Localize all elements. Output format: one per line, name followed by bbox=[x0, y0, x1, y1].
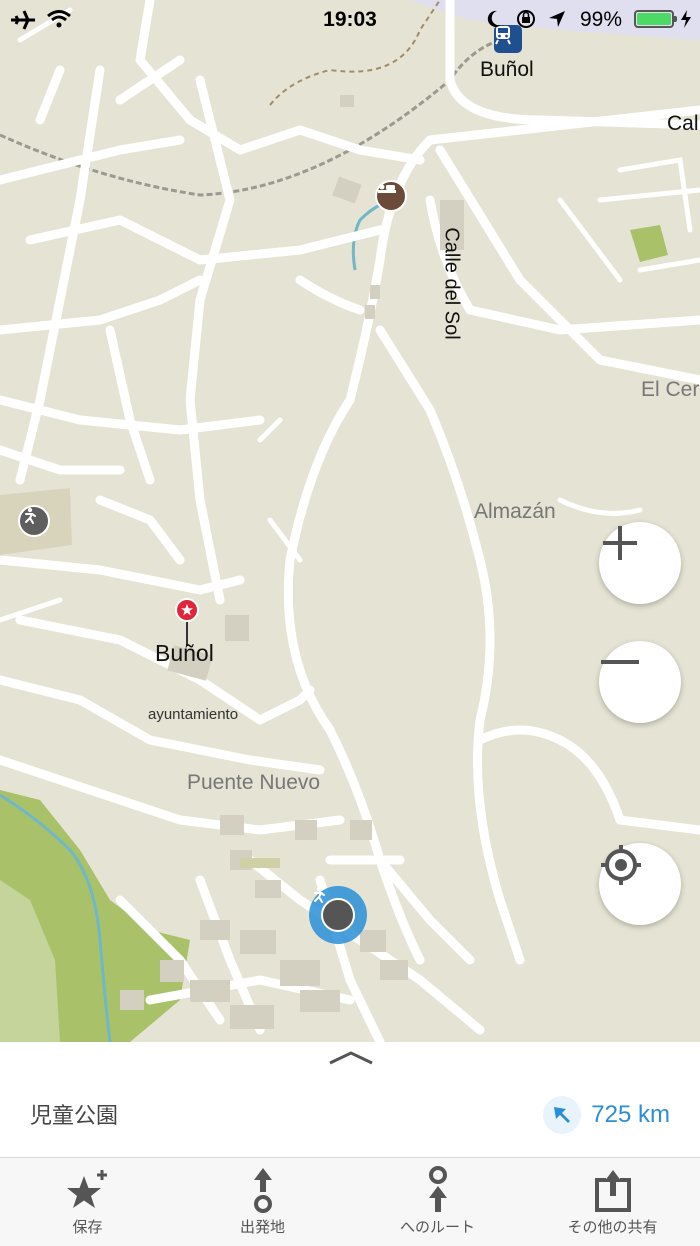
distance-info: 725 km bbox=[543, 1096, 670, 1134]
map-label-almazan: Almazán bbox=[474, 500, 556, 523]
place-sheet[interactable]: 児童公園 725 km bbox=[0, 1042, 700, 1157]
map-label-ayuntamiento: ayuntamiento bbox=[148, 706, 239, 723]
location-arrow-icon bbox=[549, 11, 565, 27]
battery-icon bbox=[634, 10, 677, 28]
map-label-cal: Cal bbox=[667, 112, 699, 135]
distance-value: 725 km bbox=[591, 1101, 670, 1128]
status-bar: 19:03 99% bbox=[0, 0, 700, 38]
from-here-button[interactable]: 出発地 bbox=[175, 1158, 350, 1246]
save-button[interactable]: 保存 bbox=[0, 1158, 175, 1246]
route-to-button[interactable]: へのルート bbox=[350, 1158, 525, 1246]
plus-icon bbox=[603, 526, 637, 560]
map-label-calle-del-sol: Calle del Sol bbox=[440, 227, 463, 340]
action-tab-bar: 保存 出発地 へのルート その他の共有 bbox=[0, 1157, 700, 1246]
map-canvas[interactable] bbox=[0, 0, 700, 1042]
route-from-icon bbox=[253, 1168, 272, 1213]
orientation-lock-icon bbox=[517, 10, 535, 28]
current-location-marker[interactable] bbox=[309, 886, 367, 944]
zoom-in-button[interactable] bbox=[599, 522, 681, 604]
route-to-label: へのルート bbox=[399, 1219, 475, 1236]
save-label: 保存 bbox=[72, 1219, 103, 1236]
hotel-icon[interactable] bbox=[375, 180, 407, 212]
playground-icon[interactable] bbox=[18, 505, 50, 537]
battery-percent: 99% bbox=[579, 8, 622, 31]
share-icon bbox=[594, 1170, 631, 1212]
favorite-pin-icon[interactable] bbox=[174, 598, 200, 646]
locate-me-button[interactable] bbox=[599, 843, 681, 925]
crosshair-icon bbox=[601, 845, 641, 885]
star-add-icon bbox=[66, 1170, 107, 1208]
share-button[interactable]: その他の共有 bbox=[525, 1158, 700, 1246]
zoom-out-button[interactable] bbox=[599, 641, 681, 723]
charging-bolt-icon bbox=[681, 10, 691, 28]
map-label-el-cer: El Cer bbox=[641, 378, 700, 401]
map-label-bunol-station: Buñol bbox=[480, 58, 534, 81]
place-name: 児童公園 bbox=[30, 1103, 119, 1128]
chevron-up-icon[interactable] bbox=[328, 1050, 374, 1066]
direction-arrow-icon bbox=[543, 1096, 582, 1134]
share-label: その他の共有 bbox=[567, 1219, 658, 1236]
from-label: 出発地 bbox=[239, 1219, 285, 1236]
map-view[interactable]: Buñol Cal Calle del Sol El Cer Almazán B… bbox=[0, 0, 700, 1042]
map-label-puente-nuevo: Puente Nuevo bbox=[187, 771, 321, 794]
moon-icon bbox=[487, 10, 501, 27]
route-to-icon bbox=[428, 1166, 447, 1212]
map-label-bunol-town: Buñol bbox=[155, 640, 214, 666]
minus-icon bbox=[601, 660, 639, 664]
